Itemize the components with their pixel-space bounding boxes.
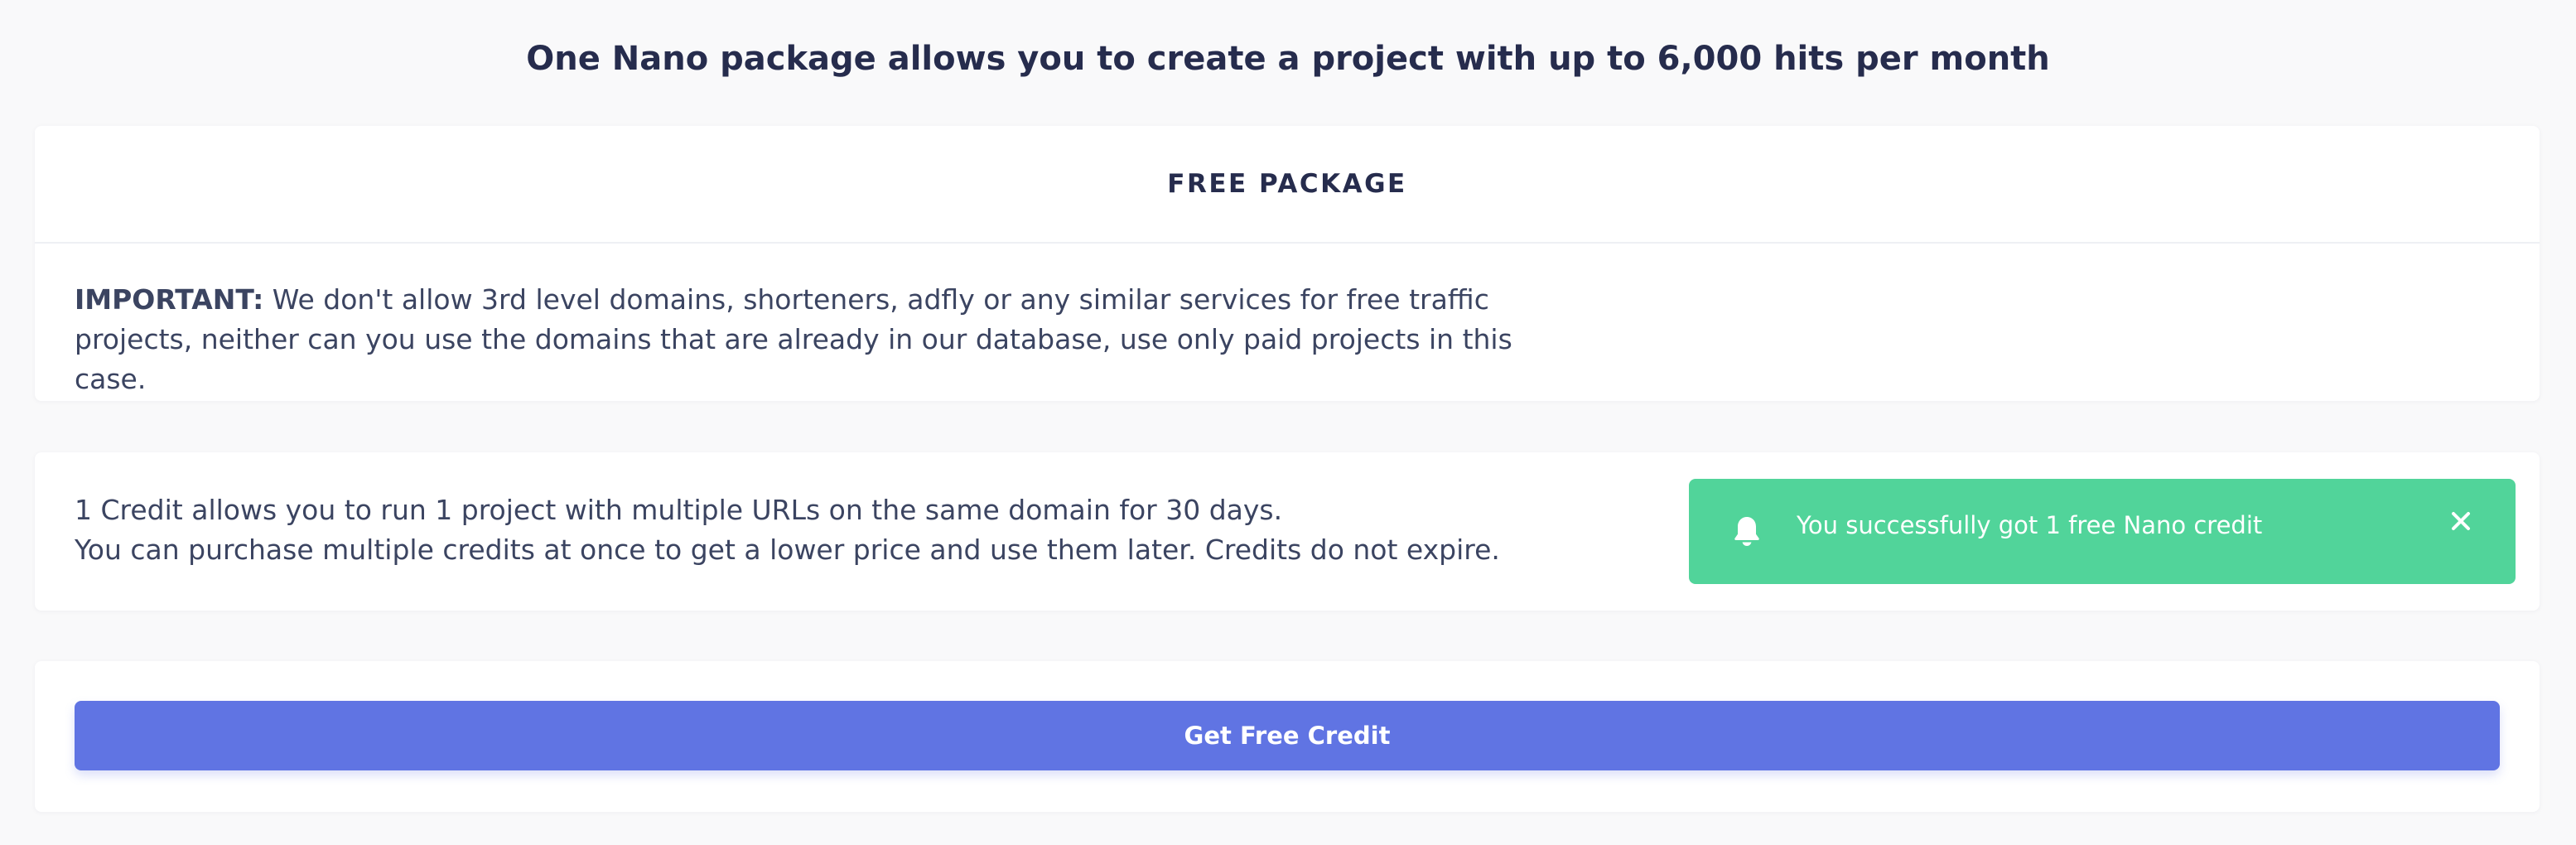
close-icon[interactable] bbox=[2449, 509, 2472, 533]
get-free-credit-button[interactable]: Get Free Credit bbox=[75, 701, 2500, 770]
package-header: FREE PACKAGE bbox=[35, 126, 2540, 244]
credit-info-line-2: You can purchase multiple credits at onc… bbox=[75, 534, 1500, 566]
important-label: IMPORTANT: bbox=[75, 283, 264, 316]
credit-info-card: 1 Credit allows you to run 1 project wit… bbox=[35, 452, 2540, 611]
notification-message: You successfully got 1 free Nano credit bbox=[1797, 511, 2263, 539]
bell-icon bbox=[1734, 517, 1759, 546]
page-title: One Nano package allows you to create a … bbox=[526, 40, 2050, 78]
success-notification: You successfully got 1 free Nano credit bbox=[1689, 479, 2516, 584]
action-card: Get Free Credit bbox=[35, 661, 2540, 812]
package-body: IMPORTANT: We don't allow 3rd level doma… bbox=[35, 244, 2540, 399]
package-title: FREE PACKAGE bbox=[1167, 169, 1407, 199]
important-notice: IMPORTANT: We don't allow 3rd level doma… bbox=[75, 280, 1532, 399]
credit-info-line-1: 1 Credit allows you to run 1 project wit… bbox=[75, 494, 1283, 526]
free-package-card: FREE PACKAGE IMPORTANT: We don't allow 3… bbox=[35, 126, 2540, 401]
important-text: We don't allow 3rd level domains, shorte… bbox=[75, 283, 1512, 395]
credit-info-text: 1 Credit allows you to run 1 project wit… bbox=[75, 490, 1500, 570]
